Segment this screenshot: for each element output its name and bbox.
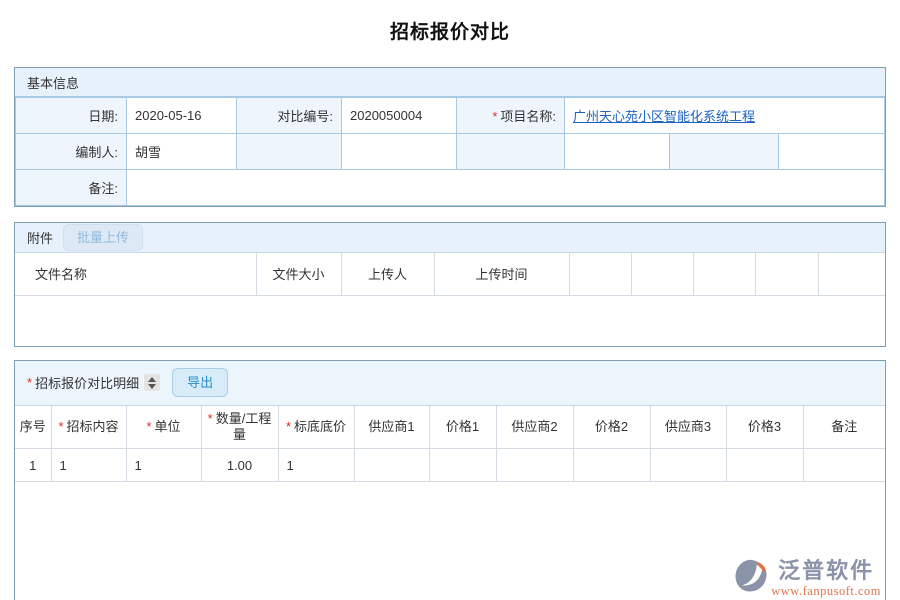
basic-row-2: 编制人: 胡雪 xyxy=(16,134,885,170)
col-price1: 价格1 xyxy=(429,406,496,449)
col-bid-content: *招标内容 xyxy=(51,406,126,449)
basic-info-header: 基本信息 xyxy=(15,68,885,97)
attachments-table: 文件名称 文件大小 上传人 上传时间 xyxy=(15,253,885,296)
compare-no-label: 对比编号: xyxy=(237,98,342,134)
creator-value: 胡雪 xyxy=(127,134,237,170)
cell-supplier2 xyxy=(496,449,573,482)
detail-header: * 招标报价对比明细 导出 xyxy=(15,361,885,406)
col-empty xyxy=(569,253,631,295)
cell-price3 xyxy=(726,449,803,482)
cell-quantity: 1.00 xyxy=(201,449,278,482)
col-remark: 备注 xyxy=(803,406,885,449)
remark-label: 备注: xyxy=(16,170,127,206)
empty-value-cell xyxy=(342,134,457,170)
cell-price2 xyxy=(573,449,650,482)
col-file-name: 文件名称 xyxy=(15,253,256,295)
col-seq: 序号 xyxy=(15,406,51,449)
sort-toggle-icon[interactable] xyxy=(144,374,160,391)
col-supplier1: 供应商1 xyxy=(354,406,429,449)
empty-label-cell xyxy=(457,134,565,170)
basic-info-table: 日期: 2020-05-16 对比编号: 2020050004 *项目名称: 广… xyxy=(15,97,885,206)
col-quantity: *数量/工程量 xyxy=(201,406,278,449)
date-value: 2020-05-16 xyxy=(127,98,237,134)
empty-value-cell xyxy=(565,134,670,170)
attachments-header-row: 文件名称 文件大小 上传人 上传时间 xyxy=(15,253,885,295)
col-supplier3: 供应商3 xyxy=(650,406,726,449)
remark-value xyxy=(127,170,885,206)
page-title: 招标报价对比 xyxy=(0,0,900,44)
basic-info-title: 基本信息 xyxy=(27,73,79,92)
empty-value-cell xyxy=(779,134,885,170)
cell-base-price: 1 xyxy=(278,449,354,482)
attachments-header: 附件 批量上传 xyxy=(15,223,885,253)
col-file-size: 文件大小 xyxy=(256,253,341,295)
sort-up-icon xyxy=(148,377,156,382)
detail-data-row: 1 1 1 1.00 1 xyxy=(15,449,885,482)
sort-down-icon xyxy=(148,384,156,389)
required-asterisk: * xyxy=(492,109,497,124)
project-name-label: *项目名称: xyxy=(457,98,565,134)
attachments-title: 附件 xyxy=(27,228,53,247)
col-empty xyxy=(631,253,693,295)
brand-name: 泛普软件 xyxy=(778,553,874,585)
col-uploader: 上传人 xyxy=(341,253,434,295)
empty-label-cell xyxy=(670,134,779,170)
col-base-price: *标底底价 xyxy=(278,406,354,449)
col-empty xyxy=(755,253,818,295)
vendor-logo: 泛普软件 www.fanpusoft.com xyxy=(735,553,881,599)
brand-website: www.fanpusoft.com xyxy=(771,584,881,599)
col-upload-time: 上传时间 xyxy=(434,253,569,295)
compare-no-value: 2020050004 xyxy=(342,98,457,134)
col-supplier2: 供应商2 xyxy=(496,406,573,449)
cell-supplier3 xyxy=(650,449,726,482)
col-price3: 价格3 xyxy=(726,406,803,449)
col-unit: *单位 xyxy=(126,406,201,449)
detail-header-row: 序号 *招标内容 *单位 *数量/工程量 *标底底价 供应商1 价格1 供应商2… xyxy=(15,406,885,449)
attachments-section: 附件 批量上传 文件名称 文件大小 上传人 上传时间 xyxy=(14,222,886,347)
cell-price1 xyxy=(429,449,496,482)
detail-section: * 招标报价对比明细 导出 序号 *招标内容 *单位 *数量/工程量 *标底底价… xyxy=(14,360,886,600)
cell-unit: 1 xyxy=(126,449,201,482)
col-empty xyxy=(693,253,755,295)
vendor-logo-text: 泛普软件 www.fanpusoft.com xyxy=(771,553,881,599)
cell-remark xyxy=(803,449,885,482)
col-empty xyxy=(818,253,885,295)
export-button[interactable]: 导出 xyxy=(172,368,228,397)
col-price2: 价格2 xyxy=(573,406,650,449)
cell-supplier1 xyxy=(354,449,429,482)
basic-row-3: 备注: xyxy=(16,170,885,206)
detail-title: 招标报价对比明细 xyxy=(35,373,139,392)
attachments-empty-body xyxy=(15,296,885,346)
date-label: 日期: xyxy=(16,98,127,134)
required-asterisk: * xyxy=(27,375,32,390)
detail-table: 序号 *招标内容 *单位 *数量/工程量 *标底底价 供应商1 价格1 供应商2… xyxy=(15,406,885,483)
cell-bid-content: 1 xyxy=(51,449,126,482)
basic-row-1: 日期: 2020-05-16 对比编号: 2020050004 *项目名称: 广… xyxy=(16,98,885,134)
empty-label-cell xyxy=(237,134,342,170)
project-name-cell: 广州天心苑小区智能化系统工程 xyxy=(565,98,885,134)
fanpu-logo-icon xyxy=(735,559,769,593)
project-name-link[interactable]: 广州天心苑小区智能化系统工程 xyxy=(573,109,755,124)
cell-seq: 1 xyxy=(15,449,51,482)
batch-upload-button[interactable]: 批量上传 xyxy=(63,224,143,251)
basic-info-section: 基本信息 日期: 2020-05-16 对比编号: 2020050004 *项目… xyxy=(14,67,886,207)
creator-label: 编制人: xyxy=(16,134,127,170)
